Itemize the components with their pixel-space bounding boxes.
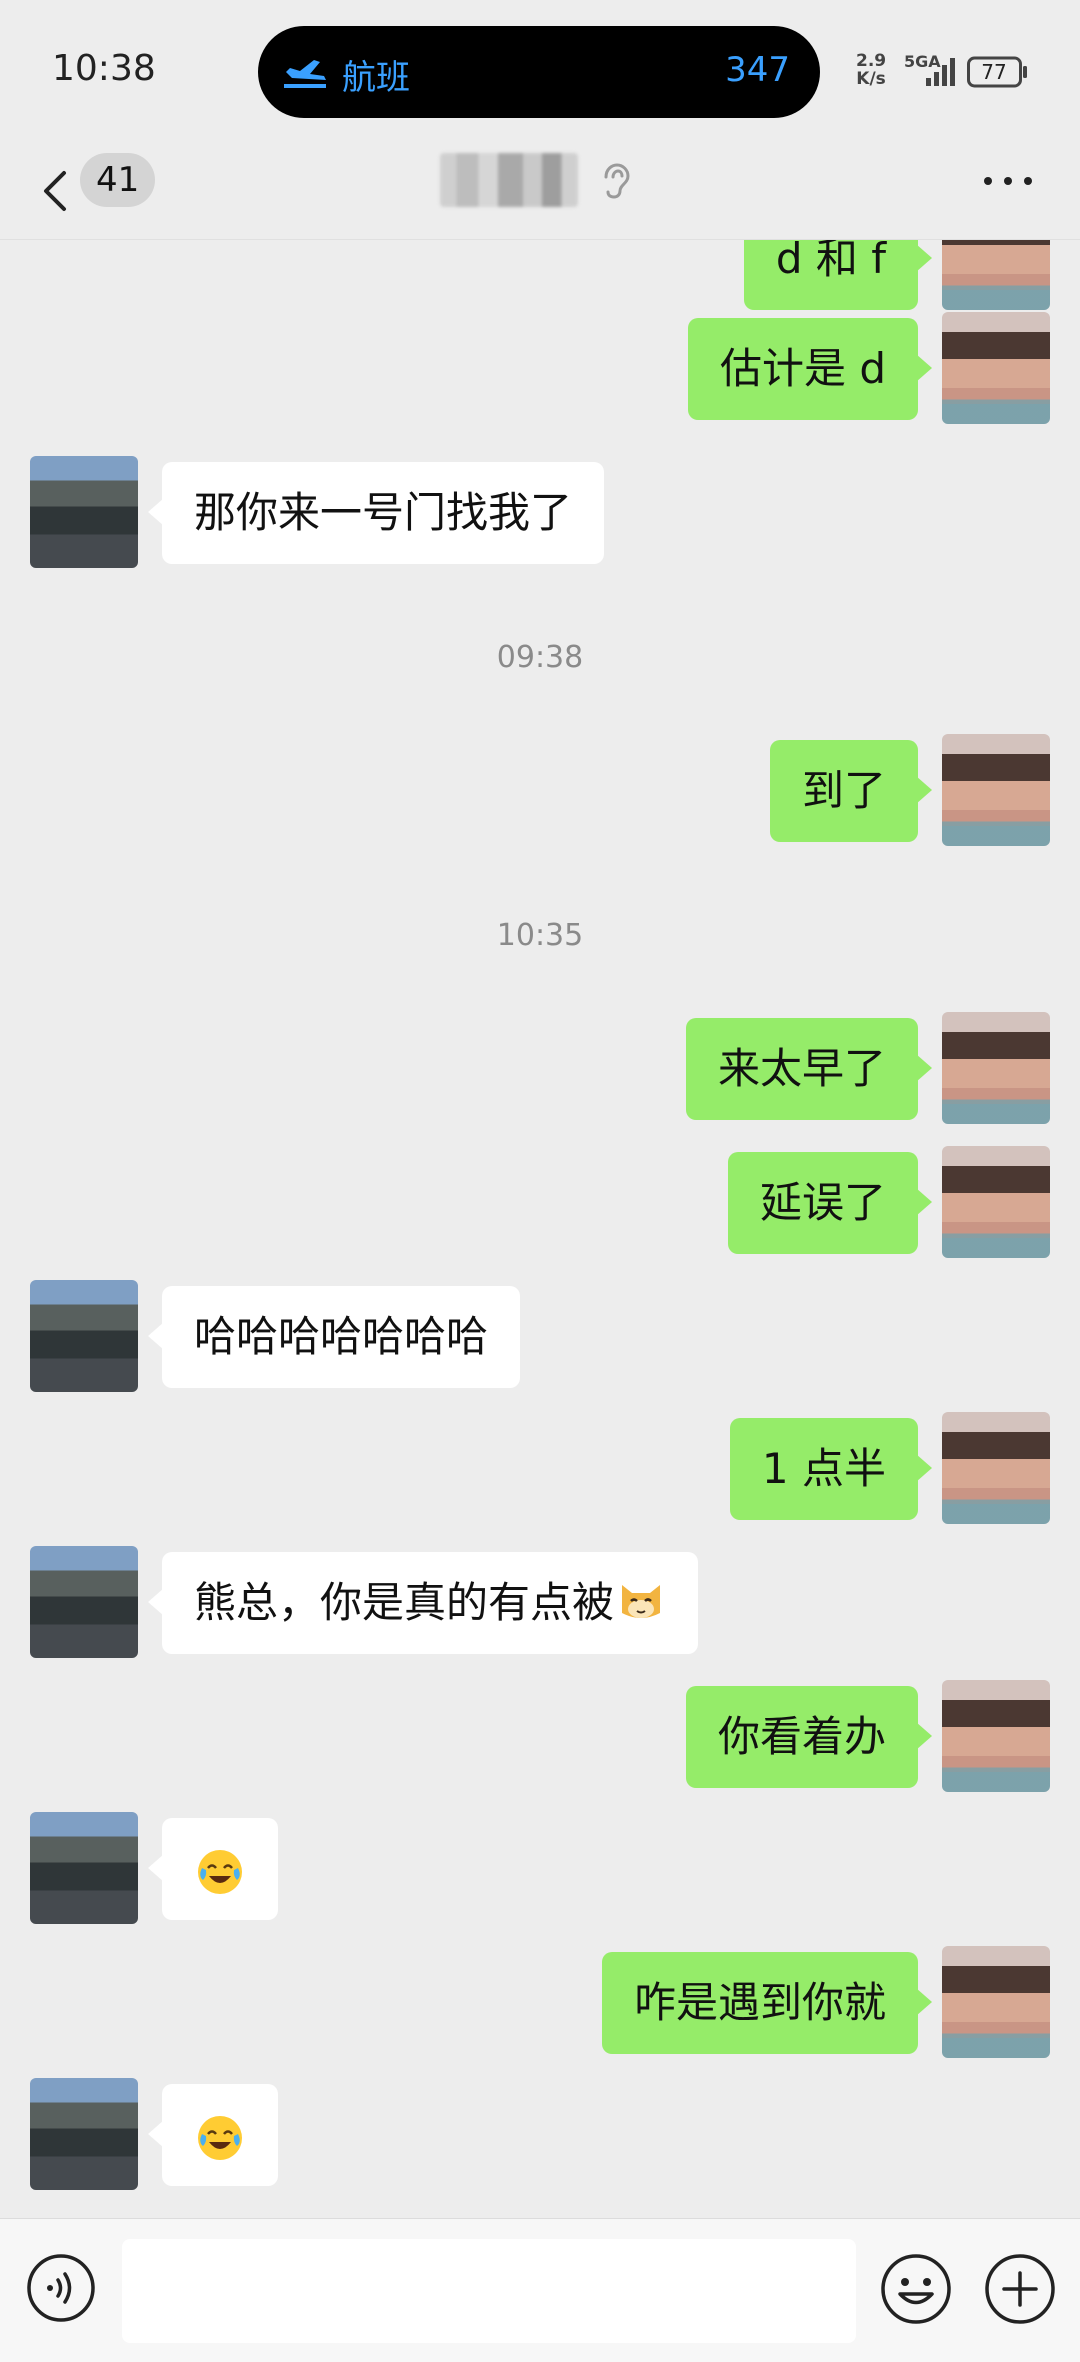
message-text: d 和 f xyxy=(775,240,886,283)
status-time: 10:38 xyxy=(52,48,156,89)
message-text: 延误了 xyxy=(759,1178,886,1227)
more-options-icon[interactable] xyxy=(980,171,1036,191)
unread-count-badge[interactable]: 41 xyxy=(80,153,156,207)
message-bubble[interactable]: 来太早了 xyxy=(685,1018,933,1120)
my-avatar[interactable] xyxy=(942,1946,1050,2058)
message-bubble[interactable]: 延误了 xyxy=(727,1152,933,1254)
network-speed-unit: K/s xyxy=(856,69,886,89)
message-bubble[interactable]: 1 点半 xyxy=(729,1418,933,1520)
earpiece-mode-icon xyxy=(604,163,630,199)
message-bubble[interactable] xyxy=(148,2084,278,2186)
my-avatar[interactable] xyxy=(942,1146,1050,1258)
laughing-crying-emoji-icon xyxy=(198,1849,242,1894)
contact-avatar[interactable] xyxy=(30,1280,138,1392)
message-bubble[interactable]: 哈哈哈哈哈哈哈 xyxy=(147,1286,521,1388)
my-avatar[interactable] xyxy=(942,240,1050,310)
emoji-icon[interactable] xyxy=(880,2253,952,2325)
message-text-field[interactable] xyxy=(122,2239,856,2343)
network-speed-value: 2.9 xyxy=(856,51,887,71)
message-text: 熊总，你是真的有点被 xyxy=(194,1578,615,1627)
message-text: 你看着办 xyxy=(717,1712,886,1761)
message-text: 咋是遇到你就 xyxy=(633,1978,886,2027)
message-text: 到了 xyxy=(801,766,886,815)
message-input-bar xyxy=(0,2218,1080,2362)
message-text: 哈哈哈哈哈哈哈 xyxy=(194,1312,489,1361)
message-bubble[interactable]: 你看着办 xyxy=(685,1686,933,1788)
message-text: 那你来一号门找我了 xyxy=(194,488,573,537)
my-avatar[interactable] xyxy=(942,1412,1050,1524)
message-bubble[interactable]: d 和 f xyxy=(743,240,933,310)
chat-header: 41 xyxy=(0,145,1080,240)
contact-avatar[interactable] xyxy=(30,2078,138,2190)
my-avatar[interactable] xyxy=(942,312,1050,424)
message-timestamp: 10:35 xyxy=(496,918,584,953)
battery-level: 77 xyxy=(981,60,1007,84)
my-avatar[interactable] xyxy=(942,1012,1050,1124)
contact-avatar[interactable] xyxy=(30,1812,138,1924)
message-text: 估计是 d xyxy=(719,344,886,393)
contact-name-blurred xyxy=(440,153,578,207)
message-bubble[interactable]: 咋是遇到你就 xyxy=(601,1952,933,2054)
message-text: 1 点半 xyxy=(761,1444,886,1493)
message-list[interactable]: d 和 f 估计是 d 那你来一号门找我了 09:38 到了 10:35 来太早… xyxy=(0,240,1080,2218)
dynamic-island-flight[interactable]: 航班 347 xyxy=(258,26,820,118)
my-avatar[interactable] xyxy=(942,734,1050,846)
laughing-crying-emoji-icon xyxy=(198,2115,242,2160)
message-bubble[interactable]: 熊总，你是真的有点被 xyxy=(147,1552,699,1654)
island-count: 347 xyxy=(725,50,790,90)
message-text: 来太早了 xyxy=(717,1044,886,1093)
contact-avatar[interactable] xyxy=(30,1546,138,1658)
message-bubble[interactable]: 那你来一号门找我了 xyxy=(147,462,605,564)
my-avatar[interactable] xyxy=(942,1680,1050,1792)
back-arrow-icon[interactable] xyxy=(34,159,74,223)
message-timestamp: 09:38 xyxy=(496,640,584,675)
voice-input-icon[interactable] xyxy=(26,2253,96,2323)
message-bubble[interactable]: 到了 xyxy=(769,740,933,842)
message-bubble[interactable] xyxy=(148,1818,278,1920)
signal-icon xyxy=(926,58,955,86)
add-more-icon[interactable] xyxy=(984,2253,1056,2325)
message-bubble[interactable]: 估计是 d xyxy=(687,318,933,420)
cat-face-emoji-icon xyxy=(622,1585,661,1618)
network-speed: 2.9 K/s xyxy=(856,52,886,88)
contact-avatar[interactable] xyxy=(30,456,138,568)
island-label: 航班 xyxy=(342,58,410,98)
airplane-icon xyxy=(284,60,326,88)
status-bar: 10:38 航班 347 2.9 K/s 5GA 77 xyxy=(0,0,1080,145)
